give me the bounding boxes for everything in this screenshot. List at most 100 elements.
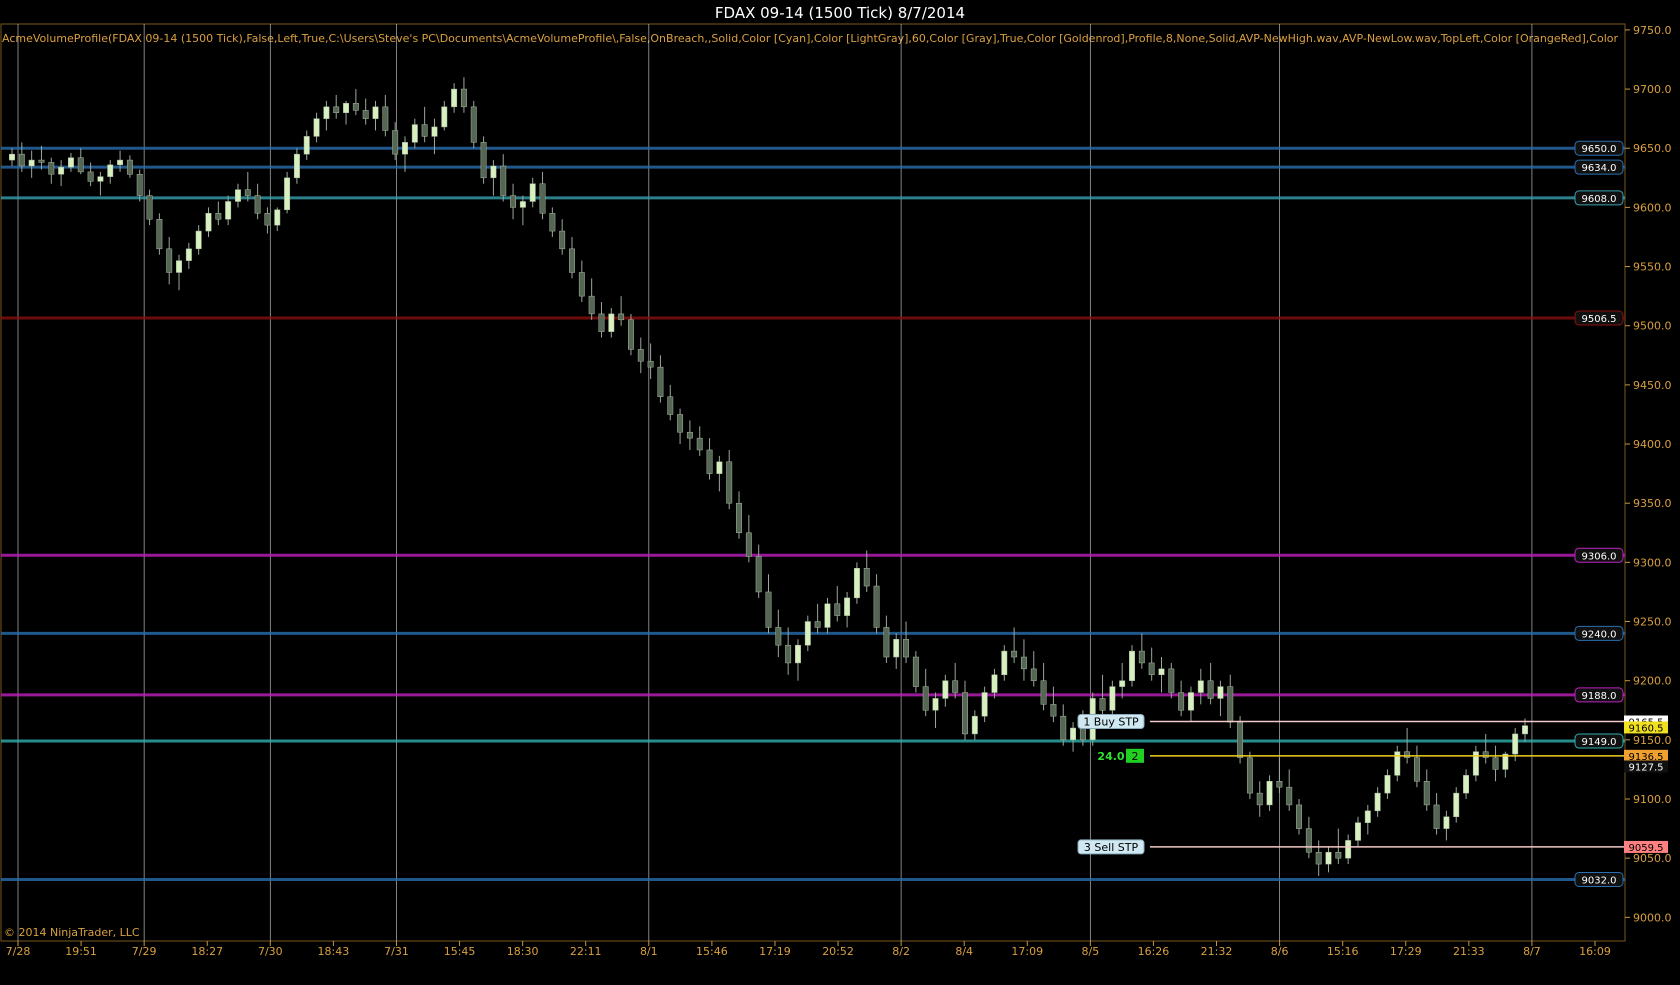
candle-body <box>696 437 703 451</box>
candle-body <box>1030 668 1037 681</box>
candle-body <box>392 130 399 155</box>
price-marker-label: 9160.5 <box>1629 723 1664 734</box>
candle-body <box>1060 715 1067 741</box>
y-tick-label: 9000.0 <box>1633 911 1672 924</box>
candle-body <box>9 153 15 161</box>
candle-body <box>1384 775 1391 794</box>
plot-frame <box>0 23 1626 942</box>
candle-body <box>1404 751 1411 758</box>
candle-body <box>1109 686 1116 711</box>
candle-body <box>736 502 742 534</box>
position-qty: 2 <box>1132 750 1139 763</box>
candle-body <box>77 157 84 173</box>
candle-body <box>588 295 595 315</box>
copyright-text: © 2014 NinjaTrader, LLC <box>4 926 140 939</box>
candle-body <box>539 183 546 214</box>
candle-body <box>677 414 684 433</box>
y-tick-label: 9300.0 <box>1633 556 1672 569</box>
candle-body <box>411 124 418 143</box>
price-marker-label: 9059.5 <box>1629 843 1664 854</box>
x-tick-label: 22:11 <box>570 945 602 958</box>
candle-body <box>1099 698 1106 711</box>
candle-body <box>519 201 526 208</box>
candle-body <box>500 165 507 196</box>
candle-body <box>952 680 959 693</box>
price-marker-label: 9127.5 <box>1629 762 1664 773</box>
candle-body <box>1178 692 1185 711</box>
price-level-label: 9188.0 <box>1582 691 1617 702</box>
candle-body <box>421 124 428 137</box>
candle-body <box>156 218 163 250</box>
candle-body <box>1001 650 1008 676</box>
y-tick-label: 9600.0 <box>1633 201 1672 214</box>
candle-body <box>971 715 978 735</box>
candle-body <box>844 597 851 616</box>
position-pnl: 24.0 <box>1097 750 1124 763</box>
candle-body <box>745 532 752 557</box>
candle-body <box>107 164 114 177</box>
y-tick-label: 9750.0 <box>1633 24 1672 37</box>
candle-body <box>480 142 487 179</box>
y-tick-label: 9650.0 <box>1633 142 1672 155</box>
candle-body <box>804 621 811 646</box>
price-level-label: 9149.0 <box>1582 737 1617 748</box>
candle-body <box>1423 781 1430 806</box>
candle-body <box>1040 680 1047 705</box>
candle-body <box>1463 775 1470 794</box>
x-tick-label: 8/1 <box>640 945 658 958</box>
candle-body <box>313 118 320 137</box>
candle-body <box>1443 816 1450 829</box>
candle-body <box>598 313 605 332</box>
y-tick-label: 9350.0 <box>1633 497 1672 510</box>
x-tick-label: 21:32 <box>1201 945 1233 958</box>
y-tick-label: 9700.0 <box>1633 83 1672 96</box>
candle-body <box>873 585 880 628</box>
candle-body <box>1276 781 1283 788</box>
y-tick-label: 9150.0 <box>1633 734 1672 747</box>
x-tick-label: 16:26 <box>1138 945 1170 958</box>
x-tick-label: 19:51 <box>65 945 97 958</box>
candle-body <box>362 110 369 119</box>
x-tick-label: 18:43 <box>318 945 350 958</box>
candle-body <box>1482 751 1489 758</box>
chart-container[interactable]: FDAX 09-14 (1500 Tick) 8/7/2014 AcmeVolu… <box>0 0 1680 985</box>
candle-body <box>1217 686 1224 699</box>
candle-body <box>578 272 585 297</box>
candle-body <box>834 603 841 616</box>
candle-body <box>67 157 74 168</box>
candle-body <box>1433 804 1440 829</box>
candle-body <box>932 698 939 711</box>
candle-body <box>1079 727 1086 741</box>
y-tick-label: 9550.0 <box>1633 261 1672 274</box>
candle-body <box>1148 662 1155 676</box>
candle-body <box>136 174 143 196</box>
candle-body <box>1011 650 1018 658</box>
x-tick-label: 7/29 <box>132 945 157 958</box>
candle-body <box>235 189 241 202</box>
x-tick-label: 17:19 <box>759 945 791 958</box>
candle-body <box>225 201 232 220</box>
x-tick-label: 18:30 <box>507 945 539 958</box>
candle-body <box>303 136 310 155</box>
x-tick-label: 18:27 <box>191 945 223 958</box>
candle-body <box>942 680 949 699</box>
candle-body <box>1197 680 1204 693</box>
candle-body <box>1364 810 1371 823</box>
chart-plot[interactable]: 7/28 19:51 7/29 18:27 7/30 18:43 7/31 15:45 18:3… <box>0 0 1680 985</box>
candle-body <box>510 195 517 208</box>
candle-body <box>470 106 477 143</box>
candle-body <box>1492 757 1499 770</box>
candle-body <box>657 366 664 397</box>
candle-body <box>608 313 615 332</box>
candle-body <box>765 591 772 628</box>
candle-body <box>529 183 536 202</box>
candle-body <box>755 556 762 593</box>
price-level-label: 9306.0 <box>1582 551 1617 562</box>
x-tick-label: 8/5 <box>1082 945 1100 958</box>
candle-body <box>667 396 674 415</box>
x-tick-label: 21:33 <box>1453 945 1485 958</box>
x-tick-label: 17:29 <box>1390 945 1422 958</box>
candle-body <box>1050 704 1057 717</box>
candle-body <box>686 431 693 439</box>
x-tick-label: 8/7 <box>1523 945 1541 958</box>
